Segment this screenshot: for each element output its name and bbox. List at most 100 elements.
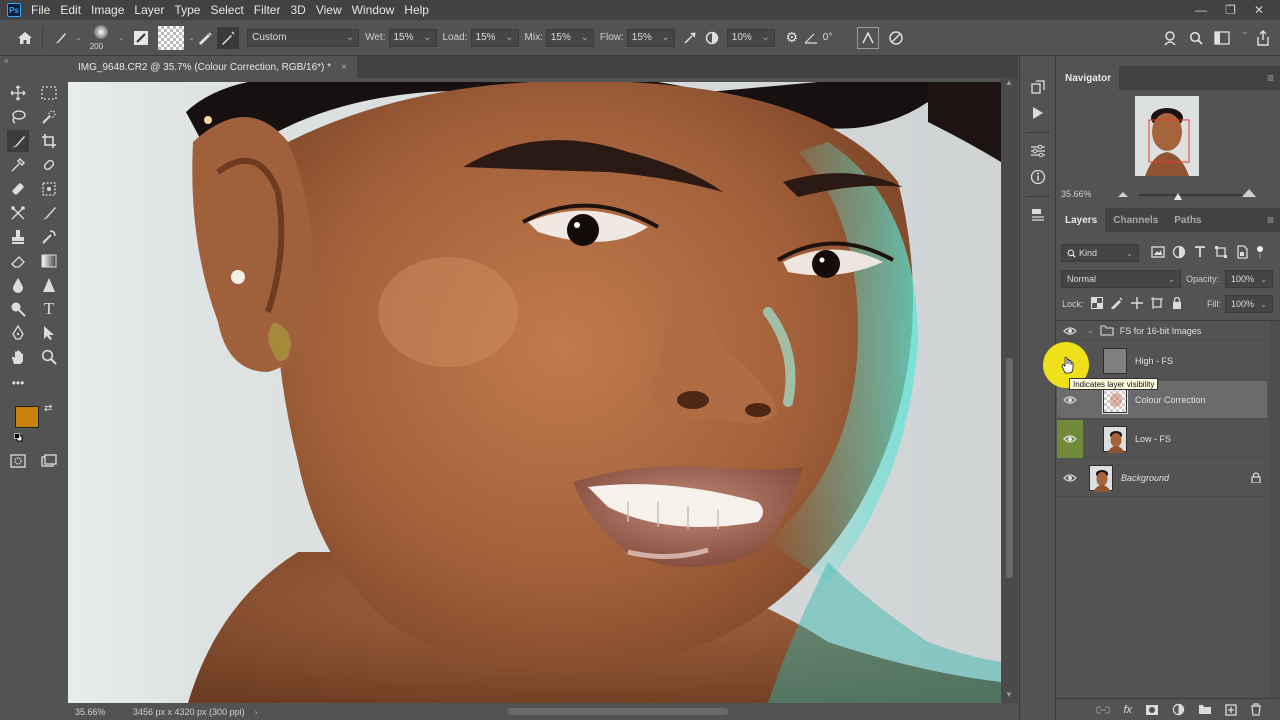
lock-transparency-icon[interactable]	[1091, 297, 1103, 309]
vertical-scrollbar[interactable]: ▲ ▼	[1001, 78, 1018, 703]
smoothing-field[interactable]: 10% ⌄	[726, 28, 775, 47]
history-brush-tool-icon[interactable]	[38, 226, 60, 248]
sharpen-tool-icon[interactable]	[38, 274, 60, 296]
gear-icon[interactable]: ⚙	[781, 27, 803, 49]
mix-field[interactable]: 15% ⌄	[545, 28, 594, 47]
layer-name[interactable]: Colour Correction	[1135, 395, 1206, 405]
adjustment-filter-icon[interactable]	[1172, 245, 1186, 259]
document-canvas[interactable]	[68, 82, 1001, 703]
lock-position-icon[interactable]	[1131, 297, 1143, 309]
hand-tool-icon[interactable]	[7, 346, 29, 368]
wet-field[interactable]: 15% ⌄	[388, 28, 437, 47]
menu-select[interactable]: Select	[210, 3, 251, 17]
layer-filter-dropdown[interactable]: Kind ⌄	[1061, 244, 1139, 262]
document-tab[interactable]: IMG_9648.CR2 @ 35.7% (Colour Correction,…	[68, 56, 357, 78]
filter-toggle-icon[interactable]	[1256, 245, 1264, 259]
panel-menu-icon[interactable]: ≡	[1267, 213, 1274, 227]
layer-comps-panel-icon[interactable]	[1027, 204, 1049, 226]
eraser-tool-icon[interactable]	[7, 250, 29, 272]
menu-file[interactable]: File	[31, 3, 58, 17]
mix-preset-dropdown[interactable]: Custom ⌄	[247, 28, 360, 47]
airbrush-icon[interactable]	[679, 27, 701, 49]
gradient-tool-icon[interactable]	[38, 250, 60, 272]
home-icon[interactable]	[14, 27, 36, 49]
navigator-zoom-slider[interactable]	[1139, 194, 1243, 196]
shape-filter-icon[interactable]	[1214, 245, 1228, 259]
workspace-dropdown-icon[interactable]: ⌄	[1241, 27, 1248, 49]
pressure-size-icon[interactable]	[856, 26, 879, 49]
history-panel-icon[interactable]	[1027, 76, 1049, 98]
group-expand-chevron-icon[interactable]: ⌄	[1087, 326, 1094, 335]
eye-icon[interactable]	[1057, 321, 1083, 341]
lock-all-icon[interactable]	[1171, 297, 1183, 309]
menu-type[interactable]: Type	[174, 3, 208, 17]
default-colors-icon[interactable]	[14, 433, 23, 442]
crop-tool-icon[interactable]	[38, 130, 60, 152]
type-tool-icon[interactable]: T	[38, 298, 60, 320]
load-brush-icon[interactable]	[195, 27, 217, 49]
workspace-icon[interactable]	[1211, 27, 1233, 49]
load-field[interactable]: 15% ⌄	[470, 28, 519, 47]
tab-layers[interactable]: Layers	[1057, 208, 1106, 232]
layer-row[interactable]: Low - FS	[1057, 419, 1267, 458]
pen-tool-icon[interactable]	[7, 322, 29, 344]
eyedropper-tool-icon[interactable]	[7, 154, 29, 176]
menu-window[interactable]: Window	[352, 3, 403, 17]
path-selection-tool-icon[interactable]	[38, 322, 60, 344]
scroll-down-icon[interactable]: ▼	[1005, 690, 1013, 699]
tab-navigator[interactable]: Navigator	[1057, 66, 1120, 90]
add-mask-icon[interactable]	[1145, 704, 1159, 716]
menu-layer[interactable]: Layer	[134, 3, 172, 17]
layer-name[interactable]: FS for 16-bit Images	[1120, 326, 1202, 336]
layer-row[interactable]: Background	[1057, 459, 1267, 497]
link-layers-icon[interactable]	[1096, 705, 1111, 715]
clean-brush-icon[interactable]	[217, 26, 240, 49]
opacity-field[interactable]: 100% ⌄	[1225, 270, 1273, 288]
share-icon[interactable]	[1252, 27, 1274, 49]
tool-preset-dropdown-icon[interactable]: ⌄	[75, 33, 82, 42]
patch-tool-icon[interactable]	[7, 178, 29, 200]
info-panel-icon[interactable]	[1027, 166, 1049, 188]
panel-menu-icon[interactable]: ≡	[1267, 71, 1274, 85]
menu-image[interactable]: Image	[91, 3, 132, 17]
navigator-zoom-value[interactable]: 35.66%	[1061, 189, 1092, 199]
delete-layer-icon[interactable]	[1250, 703, 1262, 716]
status-zoom[interactable]: 35.66%	[75, 707, 133, 717]
move-tool-icon[interactable]	[7, 82, 29, 104]
lock-pixels-icon[interactable]	[1111, 297, 1123, 309]
adjustments-panel-icon[interactable]	[1027, 140, 1049, 162]
smart-object-filter-icon[interactable]	[1235, 245, 1249, 259]
foreground-color-swatch[interactable]	[15, 406, 39, 428]
tab-paths[interactable]: Paths	[1166, 208, 1209, 232]
dodge-tool-icon[interactable]	[7, 298, 29, 320]
zoom-in-icon[interactable]	[1241, 188, 1257, 201]
content-aware-move-tool-icon[interactable]	[38, 178, 60, 200]
more-tools-icon[interactable]: •••	[7, 372, 29, 394]
layer-name[interactable]: Low - FS	[1135, 434, 1171, 444]
blur-tool-icon[interactable]	[7, 274, 29, 296]
brush-tool-icon[interactable]	[38, 202, 60, 224]
layer-group-row[interactable]: ⌄ FS for 16-bit Images	[1057, 321, 1267, 341]
brush-settings-icon[interactable]	[130, 27, 152, 49]
swap-colors-icon[interactable]: ⇄	[44, 403, 52, 414]
zoom-out-icon[interactable]	[1117, 189, 1129, 201]
new-group-icon[interactable]	[1198, 704, 1212, 715]
type-filter-icon[interactable]	[1193, 245, 1207, 259]
lock-artboard-icon[interactable]	[1151, 297, 1163, 309]
layer-name[interactable]: High - FS	[1135, 356, 1173, 366]
search-icon[interactable]	[1185, 27, 1207, 49]
tab-channels[interactable]: Channels	[1105, 208, 1166, 232]
eye-icon[interactable]	[1057, 419, 1083, 458]
status-menu-arrow[interactable]: ›	[255, 707, 258, 717]
eye-icon[interactable]	[1057, 459, 1083, 497]
transform-tool-icon[interactable]	[7, 202, 29, 224]
collapse-toolbar-icon[interactable]: «	[4, 56, 8, 65]
angle-field[interactable]: 0°	[819, 29, 857, 47]
close-window-button[interactable]: ✕	[1254, 3, 1264, 17]
symmetry-icon[interactable]	[885, 27, 907, 49]
scroll-up-icon[interactable]: ▲	[1005, 78, 1013, 87]
navigator-zoom-slider-thumb[interactable]	[1173, 191, 1183, 203]
menu-3d[interactable]: 3D	[290, 3, 313, 17]
smoothing-icon[interactable]	[701, 27, 723, 49]
share-users-icon[interactable]	[1159, 27, 1181, 49]
